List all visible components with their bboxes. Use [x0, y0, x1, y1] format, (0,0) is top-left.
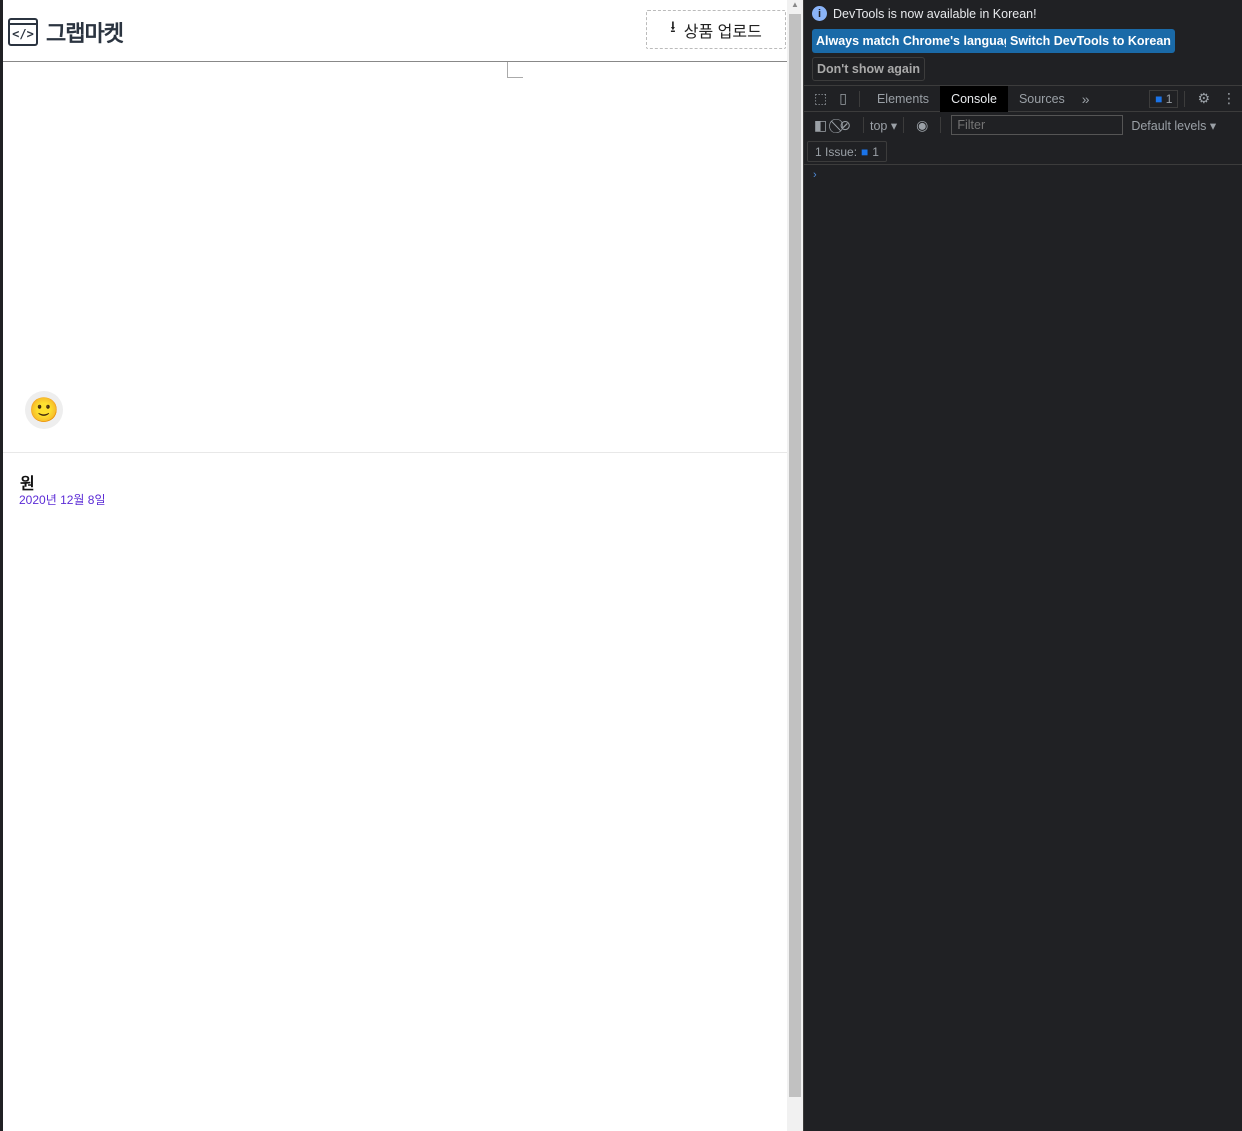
scrollbar-thumb[interactable]: [789, 14, 801, 1097]
banner-text: DevTools is now available in Korean!: [833, 6, 1037, 21]
clear-console-icon[interactable]: ⃠⊘: [833, 117, 857, 134]
devtools-panel: i DevTools is now available in Korean! A…: [803, 0, 1242, 1131]
scroll-up-icon[interactable]: ▲: [787, 0, 803, 14]
kebab-menu-icon[interactable]: ⋮: [1216, 90, 1242, 107]
levels-value: Default levels: [1131, 118, 1207, 133]
tab-sources[interactable]: Sources: [1008, 86, 1076, 112]
product-date: 2020년 12월 8일: [19, 493, 106, 507]
logo-text: 그랩마켓: [46, 22, 124, 47]
filter-input[interactable]: [951, 115, 1124, 135]
console-toolbar: ◧ ⃠⊘ top ▾ ◉ Default levels ▾: [804, 112, 1242, 138]
eye-icon[interactable]: ◉: [910, 117, 934, 134]
issues-badge-button[interactable]: ■ 1: [1149, 89, 1179, 108]
scrollbar[interactable]: ▲: [787, 0, 803, 1131]
broken-image-icon: [507, 62, 523, 78]
separator: [858, 90, 860, 107]
context-select[interactable]: top ▾: [870, 118, 897, 133]
separator: [940, 117, 942, 133]
tab-elements[interactable]: Elements: [866, 86, 940, 112]
upload-label: 상품 업로드: [683, 23, 762, 41]
language-banner: i DevTools is now available in Korean!: [812, 6, 1037, 21]
device-toolbar-icon[interactable]: ▯: [833, 90, 853, 107]
sidebar-toggle-icon[interactable]: ◧: [808, 117, 833, 134]
chat-icon: ■: [1155, 91, 1163, 106]
more-tabs-icon[interactable]: »: [1076, 91, 1096, 107]
context-value: top: [869, 118, 888, 133]
chat-icon: ■: [861, 144, 869, 159]
upload-product-button[interactable]: ⭳ 상품 업로드: [646, 10, 786, 49]
gear-icon[interactable]: ⚙: [1191, 90, 1216, 107]
header: </> 그랩마켓 ⭳ 상품 업로드: [3, 0, 787, 62]
separator: [1184, 90, 1186, 107]
issue-count: 1: [872, 144, 879, 159]
logo[interactable]: </> 그랩마켓: [8, 16, 124, 48]
divider: [3, 452, 787, 453]
issue-label: 1 Issue:: [815, 144, 858, 159]
download-icon: ⭳: [670, 19, 676, 36]
console-area[interactable]: ›: [804, 164, 1242, 181]
log-levels-select[interactable]: Default levels ▾: [1131, 118, 1216, 133]
issues-button[interactable]: 1 Issue: ■ 1: [807, 141, 887, 162]
issues-count: 1: [1165, 91, 1173, 106]
dont-show-again-button[interactable]: Don't show again: [812, 57, 925, 81]
user-face-icon: 🙂: [29, 396, 59, 424]
inspect-icon[interactable]: ⬚: [808, 90, 833, 107]
tab-console[interactable]: Console: [940, 85, 1008, 112]
web-page: </> 그랩마켓 ⭳ 상품 업로드 🙂 원 2020년 12월 8일: [3, 0, 787, 1131]
separator: [903, 117, 905, 133]
code-window-icon: </>: [8, 18, 38, 46]
info-icon: i: [812, 6, 827, 21]
separator: [862, 117, 864, 133]
devtools-tabs: ⬚ ▯ Elements Console Sources » ■ 1 ⚙ ⋮: [804, 85, 1242, 112]
always-match-button[interactable]: Always match Chrome's language: [812, 29, 1023, 53]
avatar: 🙂: [25, 391, 63, 429]
prompt-chevron-icon: ›: [813, 169, 817, 181]
switch-korean-button[interactable]: Switch DevTools to Korean: [1006, 29, 1175, 53]
